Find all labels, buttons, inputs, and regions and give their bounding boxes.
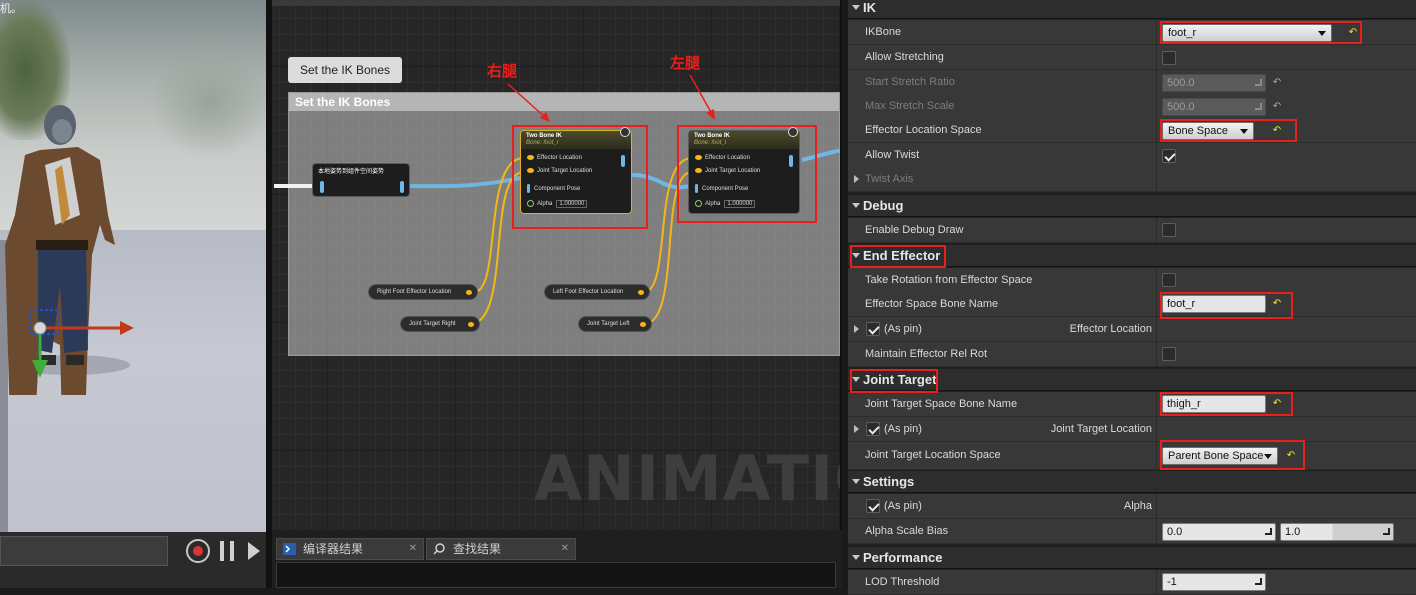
collapse-arrow-icon [852,5,860,10]
spin-icon [1383,528,1390,535]
expand-arrow-icon[interactable] [854,325,859,333]
spin-icon [1265,528,1272,535]
reset-to-default-icon: ↶ [1272,77,1282,88]
alpha-as-pin-checkbox[interactable] [866,499,880,513]
highlight-effector-space-bone [1160,292,1293,319]
max-stretch-scale-field: 500.0 [1162,98,1266,116]
spin-icon [1255,103,1262,110]
row-max-stretch-scale: Max Stretch Scale 500.0 ↶ [848,94,1416,119]
record-button[interactable] [186,539,210,563]
row-effector-space-bone-name: Effector Space Bone Name foot_r ↶ [848,292,1416,317]
take-rotation-checkbox[interactable] [1162,273,1176,287]
row-start-stretch-ratio: Start Stretch Ratio 500.0 ↶ [848,70,1416,95]
anim-graph-canvas[interactable]: ANIMATION Set the IK Bones Set the IK Bo… [272,0,842,530]
row-lod-threshold: LOD Threshold -1 [848,570,1416,595]
viewport-corner-text: 机。 [0,2,22,15]
section-ik[interactable]: IK [848,0,1416,19]
search-icon [433,543,445,555]
section-performance[interactable]: Performance [848,547,1416,569]
highlight-left-ik [677,125,817,223]
highlight-joint-target-space-bone [1160,392,1293,416]
row-allow-stretching: Allow Stretching [848,45,1416,70]
row-alpha-as-pin: (As pin) Alpha [848,494,1416,519]
highlight-ik-bone [1160,21,1362,44]
section-settings[interactable]: Settings [848,471,1416,493]
results-panel [276,562,836,588]
pause-button[interactable] [220,541,234,561]
row-joint-target-space-bone-name: Joint Target Space Bone Name thigh_r ↶ [848,392,1416,417]
reset-to-default-icon: ↶ [1272,101,1282,112]
alpha-scale-bias-min-field[interactable]: 0.0 [1162,523,1276,541]
highlight-effector-location-space [1160,119,1297,142]
allow-stretching-checkbox[interactable] [1162,51,1176,65]
expand-arrow-icon[interactable] [854,175,859,183]
close-icon[interactable]: ✕ [409,539,417,559]
annotation-arrows [507,74,715,122]
highlight-right-ik [512,125,648,229]
row-joint-target-as-pin: (As pin) Joint Target Location [848,417,1416,442]
play-button[interactable] [248,542,260,560]
row-enable-debug-draw: Enable Debug Draw [848,218,1416,243]
collapse-arrow-icon [852,203,860,208]
spin-icon [1255,578,1262,585]
collapse-arrow-icon [852,479,860,484]
highlight-end-effector-header [850,245,946,268]
compiler-icon [283,543,296,555]
row-allow-twist: Allow Twist [848,143,1416,168]
effector-as-pin-checkbox[interactable] [866,322,880,336]
viewport-background [150,40,266,160]
details-panel: IK IKBone foot_r ↶ Allow Stretching Star… [848,0,1416,595]
animation-viewport[interactable]: 机。 [0,0,266,588]
allow-twist-checkbox[interactable] [1162,149,1176,163]
row-maintain-effector-rel-rot: Maintain Effector Rel Rot [848,342,1416,367]
start-stretch-ratio-field: 500.0 [1162,74,1266,92]
bottom-panel: 编译器结果 ✕ 查找结果 ✕ [272,530,842,588]
row-joint-target-location-space: Joint Target Location Space Parent Bone … [848,442,1416,470]
tab-find-results[interactable]: 查找结果 ✕ [426,538,576,560]
row-effector-location-space: Effector Location Space Bone Space ↶ [848,118,1416,143]
section-debug[interactable]: Debug [848,195,1416,217]
row-twist-axis[interactable]: Twist Axis [848,167,1416,192]
highlight-joint-target-location-space [1160,440,1305,470]
spin-icon [1255,79,1262,86]
timeline-field[interactable] [0,536,168,566]
row-effector-as-pin: (As pin) Effector Location [848,317,1416,342]
tab-label: 查找结果 [453,542,502,556]
expand-arrow-icon[interactable] [854,425,859,433]
collapse-arrow-icon [852,555,860,560]
row-take-rotation: Take Rotation from Effector Space [848,268,1416,293]
joint-target-as-pin-checkbox[interactable] [866,422,880,436]
close-icon[interactable]: ✕ [561,539,569,559]
enable-debug-draw-checkbox[interactable] [1162,223,1176,237]
highlight-joint-target-header [850,369,938,393]
row-alpha-scale-bias: Alpha Scale Bias 0.0 1.0 [848,519,1416,544]
maintain-rel-rot-checkbox[interactable] [1162,347,1176,361]
tab-compiler-results[interactable]: 编译器结果 ✕ [276,538,424,560]
transform-gizmo[interactable] [20,300,140,385]
tab-label: 编译器结果 [303,542,364,556]
alpha-scale-bias-max-field[interactable]: 1.0 [1280,523,1394,541]
lod-threshold-field[interactable]: -1 [1162,573,1266,591]
